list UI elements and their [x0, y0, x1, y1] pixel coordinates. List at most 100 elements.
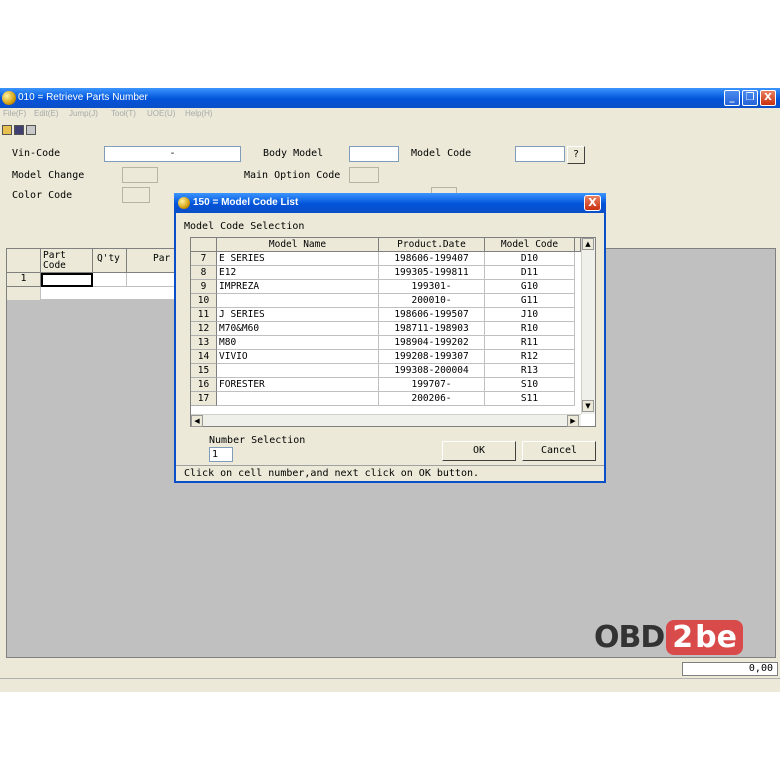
col-header-part[interactable]: Par: [127, 249, 177, 273]
model-code-cell[interactable]: R13: [485, 364, 575, 378]
scroll-right-icon[interactable]: ▶: [567, 415, 579, 427]
open-folder-icon[interactable]: [2, 125, 12, 135]
vin-code-input[interactable]: -: [104, 146, 241, 162]
body-model-input[interactable]: [349, 146, 399, 162]
print-icon[interactable]: [26, 125, 36, 135]
ok-button[interactable]: OK: [442, 441, 516, 461]
model-name-cell[interactable]: [217, 392, 379, 406]
row-number-cell[interactable]: 10: [191, 294, 217, 308]
model-name-cell[interactable]: VIVIO: [217, 350, 379, 364]
scroll-up-icon[interactable]: ▲: [582, 238, 594, 250]
row-header-1[interactable]: 1: [7, 273, 41, 287]
model-code-table[interactable]: Model Name Product.Date Model Code 7E SE…: [190, 237, 596, 427]
menu-jump[interactable]: Jump(J): [69, 109, 98, 118]
menu-uoe[interactable]: UOE(U): [147, 109, 175, 118]
horizontal-scrollbar[interactable]: ◀ ▶: [191, 414, 581, 427]
minimize-button[interactable]: _: [724, 90, 740, 106]
product-date-cell[interactable]: 200206-: [379, 392, 485, 406]
row-number-cell[interactable]: 8: [191, 266, 217, 280]
model-code-cell[interactable]: G10: [485, 280, 575, 294]
model-name-cell[interactable]: [217, 294, 379, 308]
table-row[interactable]: 11 J SERIES 198606-199507 J10: [191, 308, 575, 322]
color-code-input[interactable]: [122, 187, 150, 203]
row-number-cell[interactable]: 16: [191, 378, 217, 392]
table-row[interactable]: 17 200206- S11: [191, 392, 575, 406]
table-row[interactable]: 8 E12 199305-199811 D11: [191, 266, 575, 280]
model-name-cell[interactable]: IMPREZA: [217, 280, 379, 294]
dialog-title-bar[interactable]: 150 = Model Code List X: [174, 193, 606, 213]
model-name-cell[interactable]: M70&M60: [217, 322, 379, 336]
product-date-cell[interactable]: 198711-198903: [379, 322, 485, 336]
scroll-left-icon[interactable]: ◀: [191, 415, 203, 427]
model-code-cell[interactable]: R11: [485, 336, 575, 350]
model-code-cell[interactable]: D10: [485, 252, 575, 266]
col-header-product-date[interactable]: Product.Date: [379, 238, 485, 252]
model-name-cell[interactable]: M80: [217, 336, 379, 350]
model-code-cell[interactable]: S10: [485, 378, 575, 392]
row-number-cell[interactable]: 13: [191, 336, 217, 350]
part-cell[interactable]: [127, 273, 177, 287]
model-name-cell[interactable]: [217, 364, 379, 378]
table-row[interactable]: 15 199308-200004 R13: [191, 364, 575, 378]
model-name-cell[interactable]: J SERIES: [217, 308, 379, 322]
number-selection-input[interactable]: 1: [209, 447, 233, 462]
scroll-down-icon[interactable]: ▼: [582, 400, 594, 412]
table-row[interactable]: 16 FORESTER 199707- S10: [191, 378, 575, 392]
row-header-2[interactable]: [7, 287, 41, 301]
vertical-scrollbar[interactable]: ▲ ▼: [581, 238, 595, 414]
table-row[interactable]: 13 M80 198904-199202 R11: [191, 336, 575, 350]
row-number-cell[interactable]: 17: [191, 392, 217, 406]
col-header-model-code[interactable]: Model Code: [485, 238, 575, 252]
model-code-list-dialog: 150 = Model Code List X Model Code Selec…: [174, 193, 606, 483]
close-button[interactable]: X: [760, 90, 776, 106]
model-code-cell[interactable]: R12: [485, 350, 575, 364]
restore-button[interactable]: ❐: [742, 90, 758, 106]
main-option-code-input[interactable]: [349, 167, 379, 183]
row-number-cell[interactable]: 9: [191, 280, 217, 294]
model-change-input[interactable]: [122, 167, 158, 183]
col-header-part-code[interactable]: Part Code: [41, 249, 93, 273]
row-number-cell[interactable]: 7: [191, 252, 217, 266]
table-row[interactable]: 7E SERIES 198606-199407 D10: [191, 252, 575, 266]
product-date-cell[interactable]: 198904-199202: [379, 336, 485, 350]
product-date-cell[interactable]: 198606-199407: [379, 252, 485, 266]
qty-cell[interactable]: [93, 273, 127, 287]
row-number-cell[interactable]: 12: [191, 322, 217, 336]
model-name-cell[interactable]: E12: [217, 266, 379, 280]
toolbar: [0, 124, 780, 138]
model-code-cell[interactable]: J10: [485, 308, 575, 322]
model-code-lookup-button[interactable]: ?: [567, 146, 585, 164]
model-code-cell[interactable]: D11: [485, 266, 575, 280]
model-name-cell[interactable]: E SERIES: [217, 252, 379, 266]
table-row[interactable]: 9 IMPREZA 199301- G10: [191, 280, 575, 294]
menu-tool[interactable]: Tool(T): [111, 109, 136, 118]
product-date-cell[interactable]: 199305-199811: [379, 266, 485, 280]
product-date-cell[interactable]: 198606-199507: [379, 308, 485, 322]
col-header-model-name[interactable]: Model Name: [217, 238, 379, 252]
model-code-cell[interactable]: R10: [485, 322, 575, 336]
col-header-qty[interactable]: Q'ty: [93, 249, 127, 273]
menu-file[interactable]: File(F): [3, 109, 26, 118]
save-disk-icon[interactable]: [14, 125, 24, 135]
row-number-cell[interactable]: 11: [191, 308, 217, 322]
product-date-cell[interactable]: 199308-200004: [379, 364, 485, 378]
table-row[interactable]: 10 200010- G11: [191, 294, 575, 308]
product-date-cell[interactable]: 199707-: [379, 378, 485, 392]
product-date-cell[interactable]: 199208-199307: [379, 350, 485, 364]
model-code-cell[interactable]: S11: [485, 392, 575, 406]
model-name-cell[interactable]: FORESTER: [217, 378, 379, 392]
row-number-cell[interactable]: 14: [191, 350, 217, 364]
model-code-cell[interactable]: G11: [485, 294, 575, 308]
table-row[interactable]: 12 M70&M60 198711-198903 R10: [191, 322, 575, 336]
title-bar[interactable]: 010 = Retrieve Parts Number _ ❐ X: [0, 88, 780, 108]
menu-help[interactable]: Help(H): [185, 109, 213, 118]
menu-edit[interactable]: Edit(E): [34, 109, 58, 118]
row-number-cell[interactable]: 15: [191, 364, 217, 378]
product-date-cell[interactable]: 200010-: [379, 294, 485, 308]
model-code-input[interactable]: [515, 146, 565, 162]
table-row[interactable]: 14 VIVIO 199208-199307 R12: [191, 350, 575, 364]
dialog-close-button[interactable]: X: [584, 195, 601, 211]
product-date-cell[interactable]: 199301-: [379, 280, 485, 294]
cancel-button[interactable]: Cancel: [522, 441, 596, 461]
part-code-cell[interactable]: [41, 273, 93, 287]
